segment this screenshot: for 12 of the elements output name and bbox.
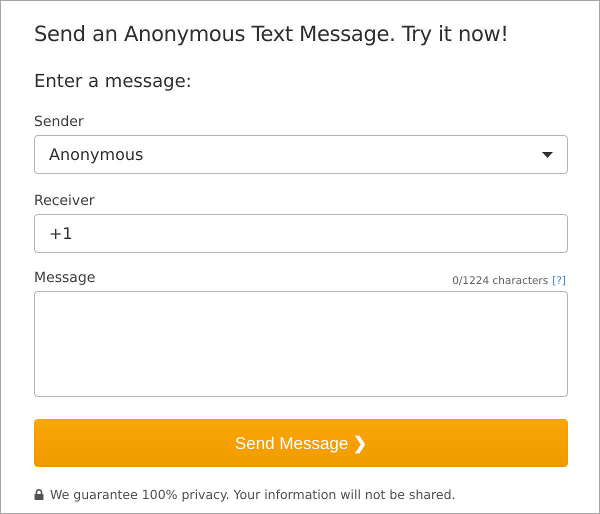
character-counter: 0/1224 characters <box>452 275 548 287</box>
message-textarea[interactable] <box>34 291 568 397</box>
receiver-input[interactable]: +1 <box>34 214 568 253</box>
page-title: Send an Anonymous Text Message. Try it now! <box>34 21 510 48</box>
section-heading: Enter a message: <box>34 70 193 94</box>
lock-icon <box>34 489 44 500</box>
field-label: Receiver <box>34 192 96 210</box>
sender-select[interactable]: Anonymous <box>34 135 568 174</box>
privacy-note: We guarantee 100% privacy. Your information will not be shared. <box>50 487 456 502</box>
field-label: Message <box>34 269 96 287</box>
field-label: Sender <box>34 113 85 131</box>
caret-icon <box>542 152 553 158</box>
